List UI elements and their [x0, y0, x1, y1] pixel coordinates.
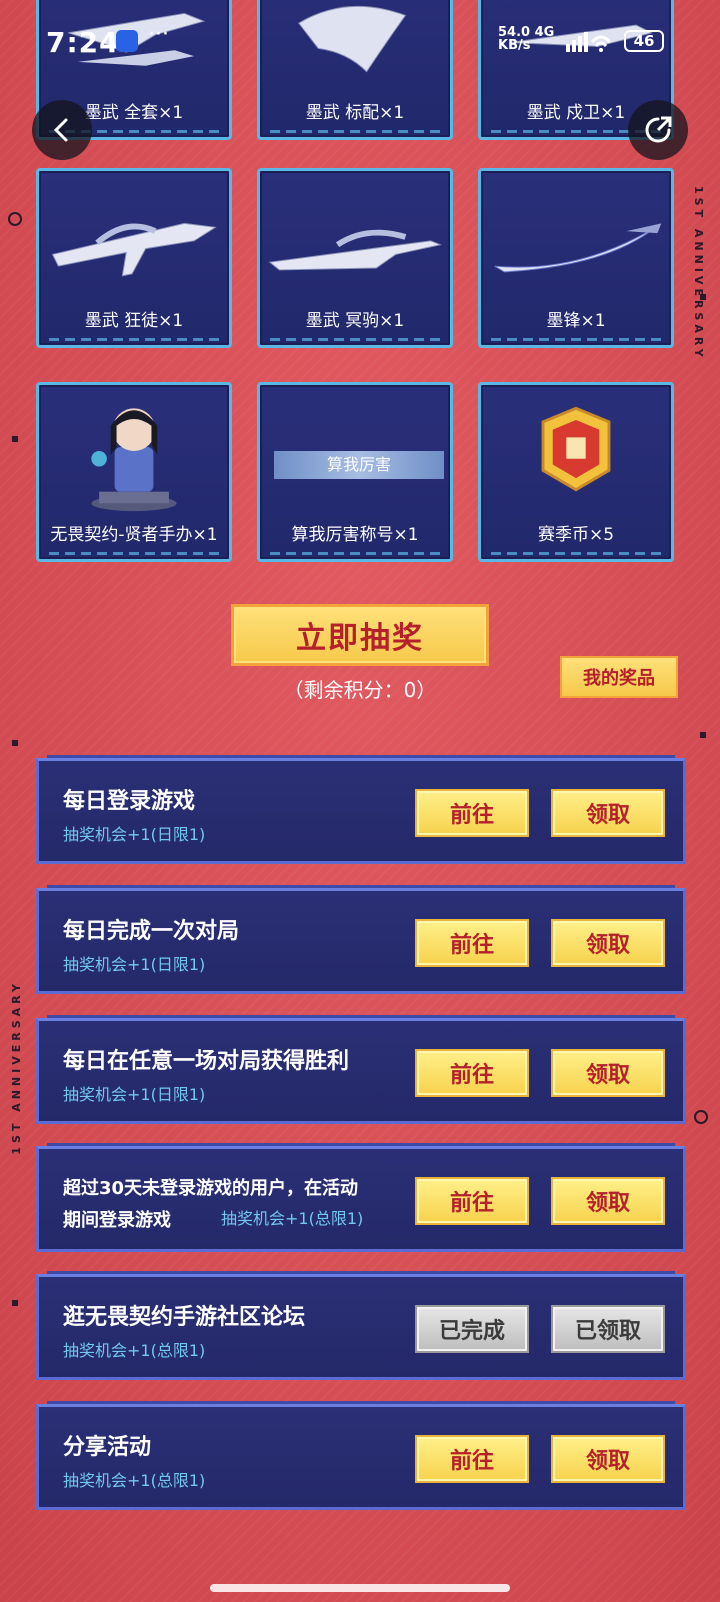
sniper-skin-image [268, 229, 442, 271]
decor-tick [12, 740, 18, 746]
task-title: 每日在任意一场对局获得胜利 [63, 1049, 350, 1074]
go-button[interactable]: 前往 [415, 1177, 529, 1225]
task-title: 每日完成一次对局 [63, 919, 240, 944]
title-badge: 算我厉害 [274, 451, 444, 479]
reward-label: 墨武 狂徒×1 [84, 311, 184, 331]
blade-skin-image [494, 223, 662, 273]
back-button[interactable] [32, 100, 92, 160]
reward-card: 赛季币×5 [478, 382, 674, 562]
signal-wifi-icon [566, 32, 610, 52]
decor-tick [12, 1300, 18, 1306]
task-row: 每日在任意一场对局获得胜利 抽奖机会+1(日限1) 前往 领取 [36, 1015, 686, 1124]
task-row: 每日完成一次对局 抽奖机会+1(日限1) 前往 领取 [36, 885, 686, 994]
net-type: 4G [534, 25, 555, 40]
reward-label: 墨武 标配×1 [305, 103, 405, 123]
battery-icon: 46 [624, 30, 664, 52]
network-speed: 54.0 4G KB/s [498, 26, 554, 52]
task-title-line: 超过30天未登录游戏的用户，在活动 [63, 1178, 359, 1199]
reward-card: 墨武 狂徒×1 [36, 168, 232, 348]
share-icon [645, 116, 672, 143]
reward-card: 墨锋×1 [478, 168, 674, 348]
task-row: 逛无畏契约手游社区论坛 抽奖机会+1(总限1) 已完成 已领取 [36, 1271, 686, 1380]
status-time: 7:24 [46, 26, 120, 59]
anniversary-side-text: 1ST ANNIVERSARY [692, 186, 705, 361]
claimed-button: 已领取 [551, 1305, 665, 1353]
reward-card: 墨武 冥驹×1 [257, 168, 453, 348]
go-button[interactable]: 前往 [415, 1049, 529, 1097]
claim-button[interactable]: 领取 [551, 1435, 665, 1483]
claim-button[interactable]: 领取 [551, 1177, 665, 1225]
claim-button[interactable]: 领取 [551, 919, 665, 967]
reward-label: 无畏契约-贤者手办×1 [50, 525, 218, 545]
season-coin-icon [541, 406, 611, 492]
task-row: 超过30天未登录游戏的用户，在活动 期间登录游戏 抽奖机会+1(总限1) 前往 … [36, 1143, 686, 1252]
go-button[interactable]: 前往 [415, 789, 529, 837]
reward-label: 赛季币×5 [537, 525, 615, 545]
figure-image [91, 408, 177, 512]
chevron-left-icon [53, 118, 68, 142]
task-title: 每日登录游戏 [63, 789, 196, 814]
task-row: 分享活动 抽奖机会+1(总限1) 前往 领取 [36, 1401, 686, 1510]
rifle-skin-image [51, 222, 217, 277]
claim-button[interactable]: 领取 [551, 1049, 665, 1097]
task-reward: 抽奖机会+1(日限1) [63, 1085, 206, 1104]
app-notification-icon [116, 30, 138, 52]
share-button[interactable] [628, 100, 688, 160]
my-prizes-button[interactable]: 我的奖品 [560, 656, 678, 698]
home-indicator[interactable] [210, 1584, 510, 1592]
crosshair-icon [8, 212, 22, 226]
task-reward: 抽奖机会+1(总限1) [221, 1209, 364, 1228]
task-reward: 抽奖机会+1(总限1) [63, 1341, 206, 1360]
task-row: 每日登录游戏 抽奖机会+1(日限1) 前往 领取 [36, 755, 686, 864]
decor-tick [700, 294, 706, 300]
reward-label: 墨武 冥驹×1 [305, 311, 405, 331]
task-reward: 抽奖机会+1(日限1) [63, 825, 206, 844]
claim-button[interactable]: 领取 [551, 789, 665, 837]
reward-label: 墨锋×1 [546, 311, 606, 331]
task-title: 分享活动 [63, 1435, 152, 1460]
go-button[interactable]: 前往 [415, 1435, 529, 1483]
draw-now-button[interactable]: 立即抽奖 [231, 604, 489, 666]
more-notifications-icon: ··· [148, 22, 169, 47]
reward-card: 算我厉害 算我厉害称号×1 [257, 382, 453, 562]
task-reward: 抽奖机会+1(总限1) [63, 1471, 206, 1490]
decor-tick [12, 436, 18, 442]
anniversary-side-text-left: 1ST ANNIVERSARY [10, 980, 23, 1155]
task-title-line: 期间登录游戏 [63, 1210, 171, 1231]
crosshair-icon [694, 1110, 708, 1124]
task-reward: 抽奖机会+1(日限1) [63, 955, 206, 974]
decor-tick [700, 732, 706, 738]
net-speed-unit: KB/s [498, 38, 531, 53]
status-bar: 7:24 ··· 54.0 4G KB/s 46 [0, 0, 720, 80]
reward-label: 算我厉害称号×1 [291, 525, 419, 545]
go-button[interactable]: 前往 [415, 919, 529, 967]
reward-card: 无畏契约-贤者手办×1 [36, 382, 232, 562]
completed-button: 已完成 [415, 1305, 529, 1353]
task-title: 逛无畏契约手游社区论坛 [63, 1305, 306, 1330]
